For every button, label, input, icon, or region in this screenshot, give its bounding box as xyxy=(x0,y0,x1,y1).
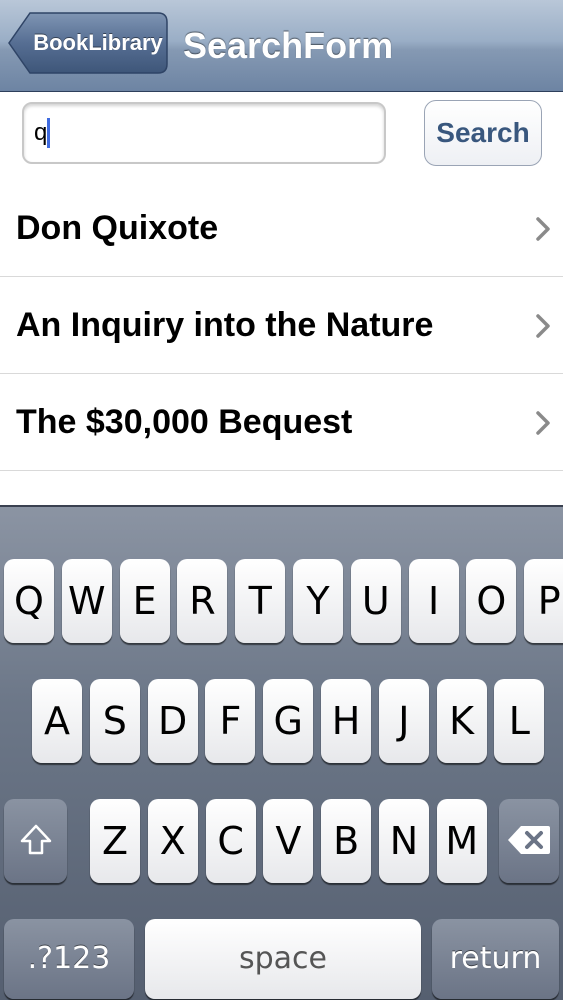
on-screen-keyboard: Q W E R T Y U I O P A S D F G H J K L Z … xyxy=(0,505,563,1000)
key-w[interactable]: W xyxy=(61,559,112,643)
key-label: J xyxy=(398,699,410,743)
key-label: space xyxy=(238,941,327,976)
key-label: Z xyxy=(101,819,129,863)
key-d[interactable]: D xyxy=(147,679,198,763)
key-label: W xyxy=(68,579,106,623)
chevron-right-icon xyxy=(536,314,550,338)
key-label: H xyxy=(331,699,361,743)
key-n[interactable]: N xyxy=(379,799,429,883)
key-label: U xyxy=(361,579,390,623)
key-label: X xyxy=(159,819,186,863)
chevron-right-icon xyxy=(536,411,550,435)
key-label: F xyxy=(219,699,242,743)
key-label: L xyxy=(508,699,530,743)
key-label: B xyxy=(333,819,360,863)
key-u[interactable]: U xyxy=(350,559,401,643)
key-p[interactable]: P xyxy=(524,559,563,643)
key-label: N xyxy=(389,819,419,863)
key-c[interactable]: C xyxy=(205,799,256,883)
list-item-title: An Inquiry into the Nature xyxy=(16,306,434,344)
key-label: C xyxy=(217,819,244,863)
key-s[interactable]: S xyxy=(89,679,140,763)
key-r[interactable]: R xyxy=(177,559,228,643)
page-title: SearchForm xyxy=(183,25,394,66)
key-label: E xyxy=(132,579,157,623)
list-item[interactable]: An Inquiry into the Nature xyxy=(0,277,563,374)
numbers-key[interactable]: .?123 xyxy=(4,919,134,999)
search-input[interactable]: q xyxy=(22,102,386,164)
key-j[interactable]: J xyxy=(378,679,429,763)
key-label: V xyxy=(275,819,302,863)
list-item[interactable]: Don Quixote xyxy=(0,180,563,277)
list-item[interactable]: The $30,000 Bequest xyxy=(0,374,563,471)
key-m[interactable]: M xyxy=(436,799,487,883)
key-label: .?123 xyxy=(27,941,111,976)
key-e[interactable]: E xyxy=(119,559,170,643)
return-key[interactable]: return xyxy=(432,919,559,999)
key-f[interactable]: F xyxy=(205,679,256,763)
key-t[interactable]: T xyxy=(235,559,286,643)
key-label: I xyxy=(427,579,440,623)
space-key[interactable]: space xyxy=(145,919,421,999)
text-cursor xyxy=(47,118,50,148)
key-a[interactable]: A xyxy=(32,679,82,763)
key-y[interactable]: Y xyxy=(293,559,343,643)
key-label: P xyxy=(537,579,561,623)
shift-key[interactable] xyxy=(4,799,67,883)
key-label: D xyxy=(157,699,188,743)
key-k[interactable]: K xyxy=(436,679,487,763)
key-l[interactable]: L xyxy=(494,679,545,763)
key-label: K xyxy=(449,699,475,743)
key-g[interactable]: G xyxy=(263,679,314,763)
search-button[interactable]: Search xyxy=(424,100,542,166)
delete-key[interactable] xyxy=(499,799,559,883)
back-button[interactable]: BookLibrary xyxy=(8,12,168,74)
key-x[interactable]: X xyxy=(147,799,198,883)
key-label: Y xyxy=(306,579,330,623)
key-i[interactable]: I xyxy=(408,559,459,643)
key-label: A xyxy=(44,699,70,743)
back-button-label: BookLibrary xyxy=(33,30,163,55)
app-screen: BookLibrary SearchForm q Search Don Quix… xyxy=(0,0,563,1000)
backspace-icon xyxy=(508,826,550,854)
key-label: T xyxy=(248,579,272,623)
chevron-right-icon xyxy=(536,217,550,241)
key-label: O xyxy=(476,579,507,623)
key-b[interactable]: B xyxy=(321,799,372,883)
key-label: Q xyxy=(14,579,44,623)
shift-arrow-icon xyxy=(20,824,51,855)
key-v[interactable]: V xyxy=(263,799,314,883)
key-label: M xyxy=(445,819,479,863)
key-label: return xyxy=(449,941,542,976)
key-z[interactable]: Z xyxy=(90,799,140,883)
navigation-bar: BookLibrary SearchForm xyxy=(0,0,563,92)
list-item[interactable]: The Book of Business Etiquette xyxy=(0,471,563,505)
list-item-title: Don Quixote xyxy=(16,209,219,247)
key-h[interactable]: H xyxy=(321,679,371,763)
key-label: S xyxy=(102,699,127,743)
key-label: R xyxy=(189,579,216,623)
list-item-title: The $30,000 Bequest xyxy=(16,403,353,441)
key-q[interactable]: Q xyxy=(4,559,54,643)
key-o[interactable]: O xyxy=(466,559,517,643)
list-item-title: The Book of Business Etiquette xyxy=(16,471,528,505)
key-label: G xyxy=(273,699,303,743)
results-list: Don Quixote An Inquiry into the Nature T… xyxy=(0,180,563,505)
search-row: q Search xyxy=(0,92,563,180)
search-input-value: q xyxy=(34,119,48,146)
